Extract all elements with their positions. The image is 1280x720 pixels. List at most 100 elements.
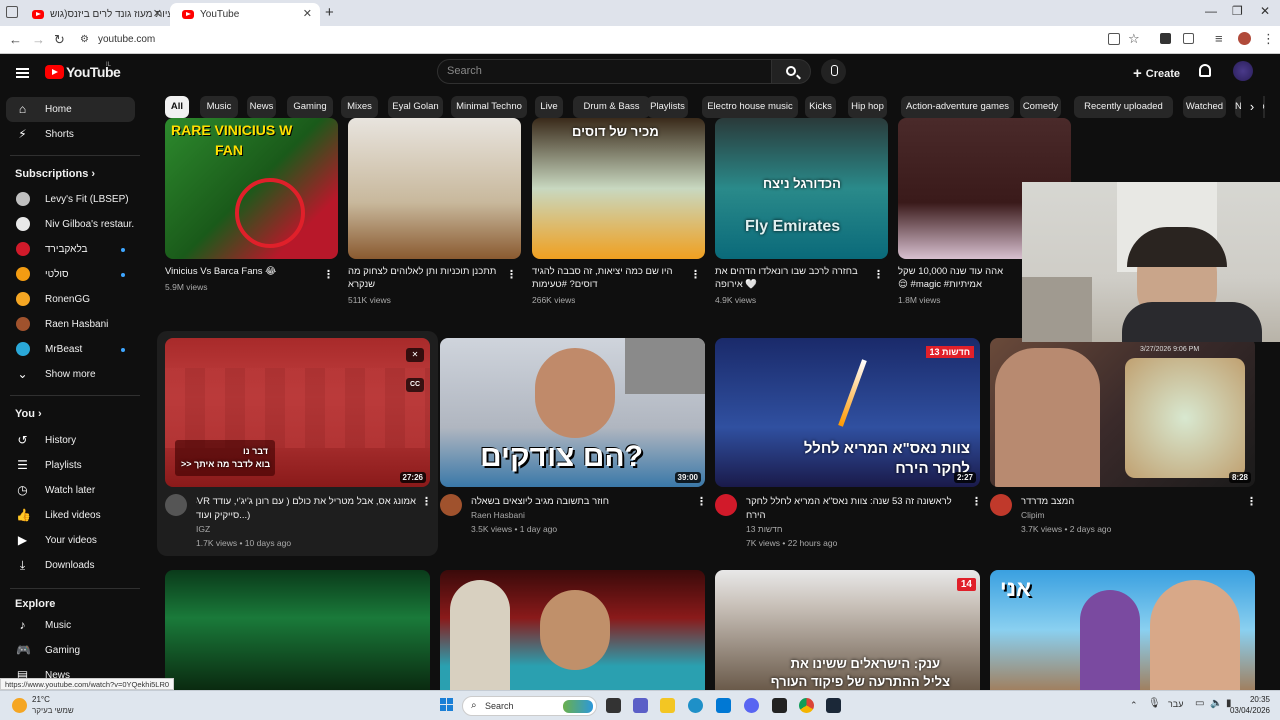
sidebar-item-channel[interactable]: Niv Gilboa's restaur... bbox=[6, 212, 135, 237]
more-actions-icon[interactable]: ⋮ bbox=[971, 496, 982, 508]
search-button[interactable] bbox=[771, 59, 811, 84]
sidebar-item-download[interactable]: ⤓ Downloads bbox=[6, 553, 135, 578]
filter-chip[interactable]: Action-adventure games bbox=[901, 96, 1014, 118]
video-title[interactable]: חוזר בתשובה מגיב ליוצאים בשאלה bbox=[471, 495, 691, 508]
network-icon[interactable]: ▭ bbox=[1195, 698, 1204, 709]
filter-chip[interactable]: Minimal Techno bbox=[451, 96, 527, 118]
filter-chip[interactable]: All bbox=[165, 96, 189, 118]
voice-search-icon[interactable] bbox=[821, 59, 846, 84]
captions-icon[interactable]: CC bbox=[406, 378, 424, 392]
windows-start-icon[interactable] bbox=[440, 698, 454, 712]
store-icon[interactable] bbox=[716, 698, 731, 713]
filter-chip[interactable]: Live bbox=[535, 96, 563, 118]
video-thumbnail[interactable]: 3/27/2026 9:06 PM 8:28 bbox=[990, 338, 1255, 487]
profile-avatar[interactable] bbox=[1238, 32, 1251, 45]
video-title-line2[interactable]: הירח bbox=[746, 509, 966, 522]
video-thumbnail[interactable]: RARE VINICIUS W FAN bbox=[165, 118, 338, 259]
github-icon[interactable] bbox=[772, 698, 787, 713]
extensions-puzzle-icon[interactable] bbox=[1183, 33, 1194, 44]
more-actions-icon[interactable]: ⋮ bbox=[323, 269, 334, 281]
youtube-logo-text[interactable]: YouTube bbox=[66, 64, 121, 80]
filter-chip[interactable]: Gaming bbox=[287, 96, 333, 118]
video-thumbnail[interactable]: דבר נו >> בוא לדבר מה איתך ✕ CC 27:26 bbox=[165, 338, 430, 487]
discord-icon[interactable] bbox=[744, 698, 759, 713]
channel-name[interactable]: Clipim bbox=[1021, 510, 1045, 520]
tab-search-icon[interactable] bbox=[6, 6, 18, 18]
video-title[interactable]: בחזרה לרכב שבו רונאלדו הדהים את bbox=[715, 265, 865, 278]
sidebar-item-music[interactable]: ♪ Music bbox=[6, 613, 135, 638]
close-tab-icon[interactable]: ✕ bbox=[303, 3, 312, 26]
more-actions-icon[interactable]: ⋮ bbox=[506, 269, 517, 281]
sidebar-item-gaming[interactable]: 🎮 Gaming bbox=[6, 638, 135, 663]
account-avatar[interactable] bbox=[1233, 61, 1253, 81]
more-actions-icon[interactable]: ⋮ bbox=[421, 496, 432, 508]
video-title-line2[interactable]: אירופה 🤍 bbox=[715, 278, 865, 291]
video-thumbnail[interactable]: מכיר של דוסים bbox=[532, 118, 705, 259]
more-actions-icon[interactable]: ⋮ bbox=[1246, 496, 1257, 508]
filter-chip[interactable]: Music bbox=[200, 96, 238, 118]
video-title[interactable]: לראשונה זה 53 שנה: צוות נאס"א המריא לחלל… bbox=[746, 495, 966, 508]
video-thumbnail[interactable]: אני bbox=[990, 570, 1255, 690]
sidebar-item-channel[interactable]: RonenGG bbox=[6, 287, 135, 312]
video-title[interactable]: היו שם כמה יציאות, זה סבבה להגיד bbox=[532, 265, 682, 278]
close-tab-icon[interactable]: ✕ bbox=[153, 3, 162, 26]
edge-icon[interactable] bbox=[688, 698, 703, 713]
microphone-icon[interactable]: 🎙 bbox=[1148, 698, 1161, 709]
weather-icon[interactable] bbox=[12, 698, 27, 713]
language-indicator[interactable]: עבר bbox=[1168, 699, 1183, 709]
mute-icon[interactable]: ✕ bbox=[406, 348, 424, 362]
more-actions-icon[interactable]: ⋮ bbox=[696, 496, 707, 508]
channel-avatar[interactable] bbox=[165, 494, 187, 516]
chrome-icon[interactable] bbox=[799, 698, 814, 713]
extension-icon[interactable] bbox=[1160, 33, 1171, 44]
browser-tab[interactable]: מדעיות מעוז גונד לרים ביזנס(גוש ✕ bbox=[20, 3, 170, 26]
chrome-menu-icon[interactable]: ⋮ bbox=[1262, 31, 1275, 47]
file-explorer-icon[interactable] bbox=[660, 698, 675, 713]
task-view-icon[interactable] bbox=[606, 698, 621, 713]
sidebar-item-channel[interactable]: סולטי bbox=[6, 262, 135, 287]
chips-next-chevron-icon[interactable]: › bbox=[1241, 96, 1263, 118]
back-icon[interactable]: ← bbox=[9, 32, 22, 47]
youtube-logo-icon[interactable] bbox=[45, 65, 64, 79]
video-thumbnail[interactable] bbox=[165, 570, 430, 690]
channel-name[interactable]: חדשות 13 bbox=[746, 524, 782, 534]
video-thumbnail[interactable]: 14 ענק: הישראלים ששינו את צליל ההתרעה של פ… bbox=[715, 570, 980, 690]
volume-icon[interactable]: 🔈 bbox=[1210, 698, 1222, 709]
close-window-icon[interactable]: ✕ bbox=[1260, 4, 1270, 18]
new-tab-icon[interactable]: + bbox=[325, 4, 334, 21]
channel-avatar[interactable] bbox=[440, 494, 462, 516]
sidebar-item-playlists[interactable]: ☰ Playlists bbox=[6, 453, 135, 478]
search-input[interactable]: Search bbox=[437, 59, 772, 84]
browser-tab-active[interactable]: YouTube ✕ bbox=[170, 3, 320, 26]
sidebar-item-channel[interactable]: Levy's Fit (LBSEP) bbox=[6, 187, 135, 212]
filter-chip[interactable]: Recently uploaded bbox=[1074, 96, 1173, 118]
sidebar-item-history[interactable]: ↺ History bbox=[6, 428, 135, 453]
taskbar-search[interactable]: ⌕ Search bbox=[462, 696, 597, 716]
video-thumbnail[interactable] bbox=[348, 118, 521, 259]
subscriptions-heading[interactable]: Subscriptions › bbox=[15, 168, 95, 180]
media-controls-icon[interactable]: ≡ bbox=[1215, 31, 1223, 46]
reload-icon[interactable]: ↻ bbox=[54, 32, 65, 48]
filter-chip[interactable]: Electro house music bbox=[702, 96, 798, 118]
video-title[interactable]: תתכנן תוכניות ותן לאלוהים לצחוק מה bbox=[348, 265, 498, 278]
sidebar-item-home[interactable]: ⌂ Home bbox=[6, 97, 135, 122]
filter-chip[interactable]: Hip hop bbox=[848, 96, 887, 118]
sidebar-item-like[interactable]: 👍 Liked videos bbox=[6, 503, 135, 528]
sidebar-item-shorts[interactable]: ⚡ Shorts bbox=[6, 122, 135, 147]
video-thumbnail[interactable]: חדשות 13 צוות נאס"א המריא לחלל לחקר הירח 2:… bbox=[715, 338, 980, 487]
more-actions-icon[interactable]: ⋮ bbox=[873, 269, 884, 281]
sidebar-item-your-videos[interactable]: ▶ Your videos bbox=[6, 528, 135, 553]
filter-chip[interactable]: News bbox=[247, 96, 276, 118]
clock-time[interactable]: 20:35 bbox=[1236, 695, 1270, 704]
video-title[interactable]: Vinicius Vs Barca Fans 😂 bbox=[165, 265, 315, 278]
menu-icon[interactable] bbox=[16, 68, 29, 78]
create-button[interactable]: + Create bbox=[1133, 65, 1180, 82]
install-app-icon[interactable] bbox=[1108, 33, 1120, 45]
sidebar-item-watch-later[interactable]: ◷ Watch later bbox=[6, 478, 135, 503]
channel-name[interactable]: Raen Hasbani bbox=[471, 510, 525, 520]
channel-avatar[interactable] bbox=[990, 494, 1012, 516]
filter-chip[interactable]: Comedy bbox=[1020, 96, 1061, 118]
you-heading[interactable]: You › bbox=[15, 408, 42, 420]
bookmark-star-icon[interactable]: ☆ bbox=[1128, 31, 1140, 47]
clock-date[interactable]: 03/04/2026 bbox=[1226, 706, 1270, 715]
